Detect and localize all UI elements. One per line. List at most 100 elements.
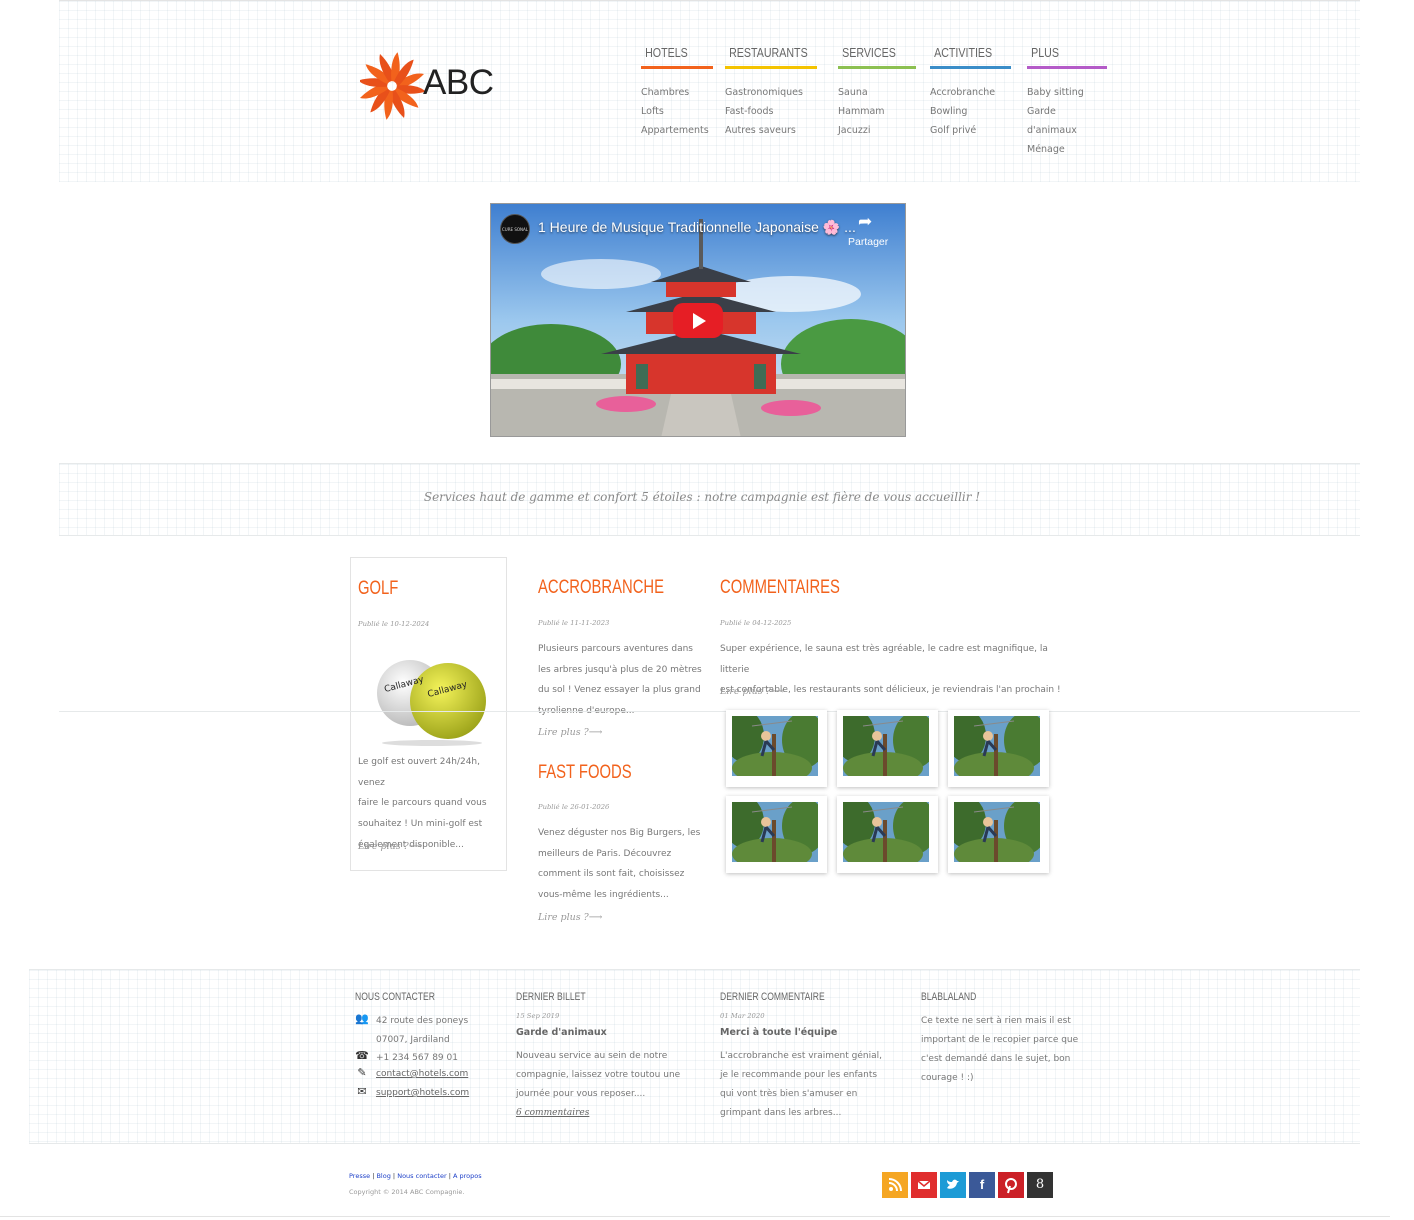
accrobranche-read-more-link[interactable]: Lire plus ?⟶ — [538, 727, 602, 738]
gallery-thumbnail[interactable] — [948, 796, 1049, 873]
twitter-icon[interactable] — [940, 1172, 966, 1198]
menu-bar-restaurants — [725, 66, 817, 69]
brand-name[interactable]: ABC — [423, 63, 494, 103]
billet-date: 15 Sep 2019 — [516, 1012, 560, 1020]
menu-link-gastronomiques[interactable]: Gastronomiques — [725, 83, 817, 102]
commentaires-title[interactable]: COMMENTAIRES — [720, 577, 840, 599]
footer-billet-title: DERNIER BILLET — [516, 991, 586, 1003]
contact-email-1[interactable]: contact@hotels.com — [376, 1065, 468, 1084]
play-button[interactable] — [673, 303, 723, 338]
page-bottom-line — [0, 1216, 1390, 1217]
golf-text-line: faire le parcours quand vous — [358, 798, 487, 809]
menu-link-baby-sitting[interactable]: Baby sitting — [1027, 83, 1107, 102]
fastfoods-text-line: comment ils sont fait, choisissez — [538, 869, 685, 880]
commentaires-read-more-link[interactable]: Lire plus ?⟶ — [720, 686, 784, 697]
billet-text: Nouveau service au sein de notre compagn… — [516, 1047, 701, 1104]
menu-link-fast-foods[interactable]: Fast-foods — [725, 102, 817, 121]
menu-link-hammam[interactable]: Hammam — [838, 102, 916, 121]
footer-blablaland-title: BLABLALAND — [921, 991, 977, 1003]
contact-address-line2: 07007, Jardiland — [376, 1035, 450, 1045]
commentaires-published: Publié le 04-12-2025 — [720, 619, 792, 627]
fastfoods-read-more-link[interactable]: Lire plus ?⟶ — [538, 912, 602, 923]
fastfoods-text-line: Venez déguster nos Big Burgers, les — [538, 828, 701, 838]
fastfoods-published: Publié le 26-01-2026 — [538, 803, 610, 811]
menu-title-hotels[interactable]: HOTELS — [641, 44, 700, 66]
mail-edit-icon: ✎ — [357, 1066, 367, 1079]
accrobranche-published: Publié le 11-11-2023 — [538, 619, 610, 627]
share-label[interactable]: Partager — [848, 236, 888, 248]
blablaland-text-line: Ce texte ne sert à rien mais il est — [921, 1016, 1071, 1026]
gallery-thumbnail[interactable] — [837, 796, 938, 873]
divider — [59, 711, 1360, 712]
golf-title[interactable]: GOLF — [358, 578, 398, 600]
menu-title-services[interactable]: SERVICES — [838, 44, 902, 66]
footer-contact-title: NOUS CONTACTER — [355, 991, 435, 1003]
menu-link-bowling[interactable]: Bowling — [930, 102, 1011, 121]
menu-title-activities[interactable]: ACTIVITIES — [930, 44, 996, 66]
support-email-link[interactable]: support@hotels.com — [376, 1088, 469, 1098]
rss-icon[interactable] — [882, 1172, 908, 1198]
menu-link-lofts[interactable]: Lofts — [641, 102, 713, 121]
menu-link-accrobranche[interactable]: Accrobranche — [930, 83, 1011, 102]
menu-link-menage[interactable]: Ménage — [1027, 140, 1107, 159]
comments-count-link[interactable]: 6 commentaires — [516, 1108, 589, 1118]
accrobranche-text-line: Plusieurs parcours aventures dans — [538, 644, 693, 654]
golf-text: Le golf est ouvert 24h/24h, venez faire … — [358, 752, 503, 856]
menu-link-golf-prive[interactable]: Golf privé — [930, 121, 1011, 140]
menu-title-restaurants[interactable]: RESTAURANTS — [725, 44, 808, 66]
link-nous-contacter[interactable]: Nous contacter — [397, 1172, 446, 1180]
thumbnail-photo — [732, 716, 818, 776]
contact-address-line1: 42 route des poneys — [376, 1016, 469, 1026]
comment-text-line: qui vont très bien s'amuser en — [720, 1089, 858, 1099]
accrobranche-text: Plusieurs parcours aventures dans les ar… — [538, 639, 713, 722]
menu-title-plus[interactable]: PLUS — [1027, 44, 1093, 66]
billet-comments-link[interactable]: 6 commentaires — [516, 1104, 589, 1123]
share-icon[interactable]: ➦ — [858, 212, 872, 232]
menu-bar-services — [838, 66, 916, 69]
comment-headline[interactable]: Merci à toute l'équipe — [720, 1027, 837, 1038]
comment-text-line: je le recommande pour les enfants — [720, 1070, 878, 1080]
fastfoods-title[interactable]: FAST FOODS — [538, 762, 632, 784]
blablaland-text: Ce texte ne sert à rien mais il est impo… — [921, 1012, 1106, 1088]
link-a-propos[interactable]: A propos — [453, 1172, 482, 1180]
fastfoods-text: Venez déguster nos Big Burgers, les meil… — [538, 823, 713, 906]
menu-link-appartements[interactable]: Appartements — [641, 121, 713, 140]
menu-link-garde-animaux[interactable]: Garde d'animaux — [1027, 102, 1107, 140]
thumbnail-photo — [843, 716, 929, 776]
golf-text-line: souhaitez ! Un mini-golf est — [358, 819, 483, 830]
billet-headline[interactable]: Garde d'animaux — [516, 1027, 607, 1038]
commentaires-text-line: Super expérience, le sauna est très agré… — [720, 644, 1048, 675]
menu-bar-plus — [1027, 66, 1107, 69]
facebook-icon[interactable]: f — [969, 1172, 995, 1198]
link-separator: | — [372, 1172, 375, 1180]
menu-col-activities: ACTIVITIES Accrobranche Bowling Golf pri… — [930, 44, 1011, 140]
mail-icon[interactable] — [911, 1172, 937, 1198]
menu-col-plus: PLUS Baby sitting Garde d'animaux Ménage — [1027, 44, 1107, 159]
menu-col-hotels: HOTELS Chambres Lofts Appartements — [641, 44, 713, 140]
gallery-thumbnail[interactable] — [948, 710, 1049, 787]
comment-text-line: grimpant dans les arbres... — [720, 1108, 842, 1118]
accrobranche-title[interactable]: ACCROBRANCHE — [538, 577, 664, 599]
menu-col-restaurants: RESTAURANTS Gastronomiques Fast-foods Au… — [725, 44, 817, 140]
pinterest-icon[interactable] — [998, 1172, 1024, 1198]
menu-link-jacuzzi[interactable]: Jacuzzi — [838, 121, 916, 140]
thumbnail-photo — [954, 716, 1040, 776]
menu-link-autres-saveurs[interactable]: Autres saveurs — [725, 121, 817, 140]
golf-published: Publié le 10-12-2024 — [358, 620, 430, 628]
gallery-thumbnail[interactable] — [726, 710, 827, 787]
support-email[interactable]: support@hotels.com — [376, 1084, 469, 1103]
golf-text-line: Le golf est ouvert 24h/24h, venez — [358, 757, 480, 788]
billet-text-line: journée pour vous reposer.... — [516, 1089, 646, 1099]
menu-link-chambres[interactable]: Chambres — [641, 83, 713, 102]
link-presse[interactable]: Presse — [349, 1172, 370, 1180]
golf-read-more-link[interactable]: Lire plus ?⟶ — [358, 841, 422, 852]
contact-email-link[interactable]: contact@hotels.com — [376, 1069, 468, 1079]
video-title[interactable]: 1 Heure de Musique Traditionnelle Japona… — [538, 219, 856, 236]
menu-link-sauna[interactable]: Sauna — [838, 83, 916, 102]
gallery-thumbnail[interactable] — [837, 710, 938, 787]
menu-bar-activities — [930, 66, 1011, 69]
link-blog[interactable]: Blog — [376, 1172, 390, 1180]
gallery-thumbnail[interactable] — [726, 796, 827, 873]
google-plus-icon[interactable]: 8 — [1027, 1172, 1053, 1198]
channel-avatar[interactable]: CURE SONAL — [500, 214, 530, 244]
